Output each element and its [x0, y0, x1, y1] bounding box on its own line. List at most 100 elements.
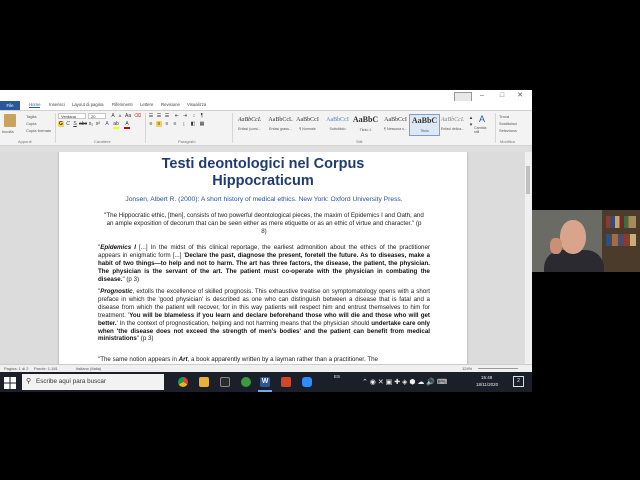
multilevel-list-icon[interactable]: ☰: [164, 113, 170, 119]
powerpoint-icon[interactable]: [281, 377, 291, 387]
numbering-icon[interactable]: ☰: [156, 113, 162, 119]
styles-scroll-up-icon[interactable]: ▴: [468, 115, 474, 121]
document-title: Testi deontologici nel Corpus: [161, 156, 365, 172]
style-sample: AaBbCcI: [326, 117, 349, 123]
style-sample: AaBbCcI: [384, 117, 407, 123]
style-normal[interactable]: AaBbCcI ¶ Normale: [292, 114, 323, 136]
paste-label[interactable]: Incolla: [2, 129, 14, 134]
tab-view[interactable]: Visualizza: [187, 102, 206, 107]
close-icon[interactable]: ✕: [514, 91, 526, 100]
text-effects-icon[interactable]: A: [104, 121, 110, 127]
find-button[interactable]: Trova: [499, 114, 509, 119]
superscript-icon[interactable]: x²: [95, 121, 101, 127]
person-hand: [550, 238, 562, 254]
borders-icon[interactable]: ▦: [199, 121, 205, 127]
style-no-spacing[interactable]: AaBbCcI ¶ Nessuna s...: [380, 114, 411, 136]
bold-icon[interactable]: G: [58, 121, 64, 127]
editing-group-label: Modifica: [500, 139, 515, 144]
style-subtle-emphasis[interactable]: AaBbCcL Enfasi (corsi...: [234, 114, 265, 136]
style-title[interactable]: AaBbC Titolo: [409, 114, 440, 136]
show-marks-icon[interactable]: ¶: [199, 113, 205, 119]
subscript-icon[interactable]: x₂: [88, 121, 94, 127]
active-app-indicator: [258, 390, 272, 392]
style-name: Enfasi delica...: [440, 127, 465, 131]
tab-file[interactable]: File: [0, 101, 20, 110]
file-explorer-icon[interactable]: [199, 377, 209, 387]
prognostic-paragraph: "Prognostic, extolls the excellence of s…: [98, 288, 430, 343]
justify-icon[interactable]: ≡: [172, 121, 178, 127]
notifications-icon[interactable]: 2: [513, 376, 524, 387]
taskbar-search[interactable]: ⚲ Escribe aquí para buscar: [22, 374, 164, 390]
change-styles-button[interactable]: Cambia stili: [474, 126, 488, 134]
select-button[interactable]: Seleziona: [499, 128, 517, 133]
word-count[interactable]: Parole: 1.181: [34, 366, 58, 371]
style-sample: AaBbCcL: [237, 117, 262, 123]
clock-date[interactable]: 18/11/2020: [476, 382, 498, 387]
format-painter-button[interactable]: Copia formato: [26, 128, 51, 133]
bullets-icon[interactable]: ☰: [148, 113, 154, 119]
style-name: Sottotitolo: [329, 127, 346, 131]
ribbon: Incolla Taglia Copia Copia formato Appun…: [0, 111, 532, 146]
font-color-icon[interactable]: A: [124, 121, 130, 129]
cut-button[interactable]: Taglia: [26, 114, 36, 119]
style-sample: AaBbC: [411, 116, 438, 125]
store-icon[interactable]: [220, 377, 230, 387]
sort-icon[interactable]: ↕: [191, 113, 197, 119]
divider: [495, 113, 496, 143]
style-subtitle[interactable]: AaBbCcI Sottotitolo: [322, 114, 353, 136]
zoom-slider[interactable]: [478, 368, 518, 369]
underline-icon[interactable]: S: [72, 121, 78, 127]
tab-page-layout[interactable]: Layout di pagina: [72, 102, 104, 107]
tab-home[interactable]: Home: [29, 102, 41, 108]
shading-icon[interactable]: ◧: [190, 121, 196, 127]
taskbar: ⚲ Escribe aquí para buscar W ES ⌃ ◉ ✕ ▣ …: [0, 372, 532, 392]
epidemics-paragraph: "Epidemics I [...] In the midst of this …: [98, 244, 430, 283]
zoom-app-icon[interactable]: [302, 377, 312, 387]
clock-time[interactable]: 15:48: [481, 375, 492, 380]
style-name: Enfasi (corsi...: [238, 127, 261, 131]
system-tray-icons[interactable]: ⌃ ◉ ✕ ▣ ✚ ◈ ⬢ ☁ 🔊 ⌨: [362, 378, 447, 386]
align-center-icon[interactable]: ≡: [156, 121, 162, 127]
paste-icon[interactable]: [4, 114, 16, 127]
scrollbar-thumb[interactable]: [526, 166, 530, 194]
language-status[interactable]: Italiano (Italia): [76, 366, 101, 371]
tab-review[interactable]: Revisione: [161, 102, 180, 107]
tab-insert[interactable]: Inserisci: [49, 102, 65, 107]
maximize-icon[interactable]: □: [496, 91, 508, 100]
style-heading-1[interactable]: AaBbC Titolo 1: [350, 114, 381, 136]
language-indicator[interactable]: ES: [334, 374, 340, 379]
change-styles-icon[interactable]: A: [477, 114, 487, 124]
align-right-icon[interactable]: ≡: [164, 121, 170, 127]
decrease-indent-icon[interactable]: ⇤: [174, 113, 180, 119]
word-icon[interactable]: W: [260, 377, 270, 387]
grow-font-icon[interactable]: A: [110, 113, 116, 119]
align-left-icon[interactable]: ≡: [148, 121, 154, 127]
highlight-icon[interactable]: ab: [113, 121, 119, 129]
change-case-icon[interactable]: Aa: [125, 113, 131, 119]
increase-indent-icon[interactable]: ⇥: [182, 113, 188, 119]
copy-button[interactable]: Copia: [26, 121, 36, 126]
style-sample: AaBbCcL: [440, 117, 465, 123]
strikethrough-icon[interactable]: abc: [79, 121, 87, 127]
search-icon: ⚲: [26, 378, 32, 385]
style-subtle-emphasis-2[interactable]: AaBbCcL Enfasi delica...: [437, 114, 468, 136]
tab-mailings[interactable]: Lettere: [140, 102, 153, 107]
replace-button[interactable]: Sostituisci: [499, 121, 517, 126]
windows-start-icon[interactable]: [4, 376, 16, 389]
document-area: Testi deontologici nel Corpus Hippocrati…: [0, 152, 532, 364]
clear-format-icon[interactable]: ⌫: [134, 113, 141, 119]
ribbon-tabs: File Home Inserisci Layout di pagina Rif…: [0, 101, 532, 111]
italic-icon[interactable]: C: [65, 121, 71, 127]
line-spacing-icon[interactable]: ↨: [181, 121, 187, 127]
tab-references[interactable]: Riferimenti: [112, 102, 133, 107]
font-size-select[interactable]: 20: [88, 113, 106, 119]
chrome-icon[interactable]: [178, 377, 188, 387]
font-name-select[interactable]: Verdana: [58, 113, 86, 119]
style-sample: AaBbC: [352, 115, 379, 124]
zoom-level[interactable]: 124%: [462, 366, 472, 371]
bookshelf-books: [606, 216, 636, 228]
green-app-icon[interactable]: [241, 377, 251, 387]
shrink-font-icon[interactable]: A: [117, 113, 123, 119]
minimize-icon[interactable]: –: [476, 91, 488, 100]
page-count[interactable]: Pagina: 1 di 2: [4, 366, 28, 371]
